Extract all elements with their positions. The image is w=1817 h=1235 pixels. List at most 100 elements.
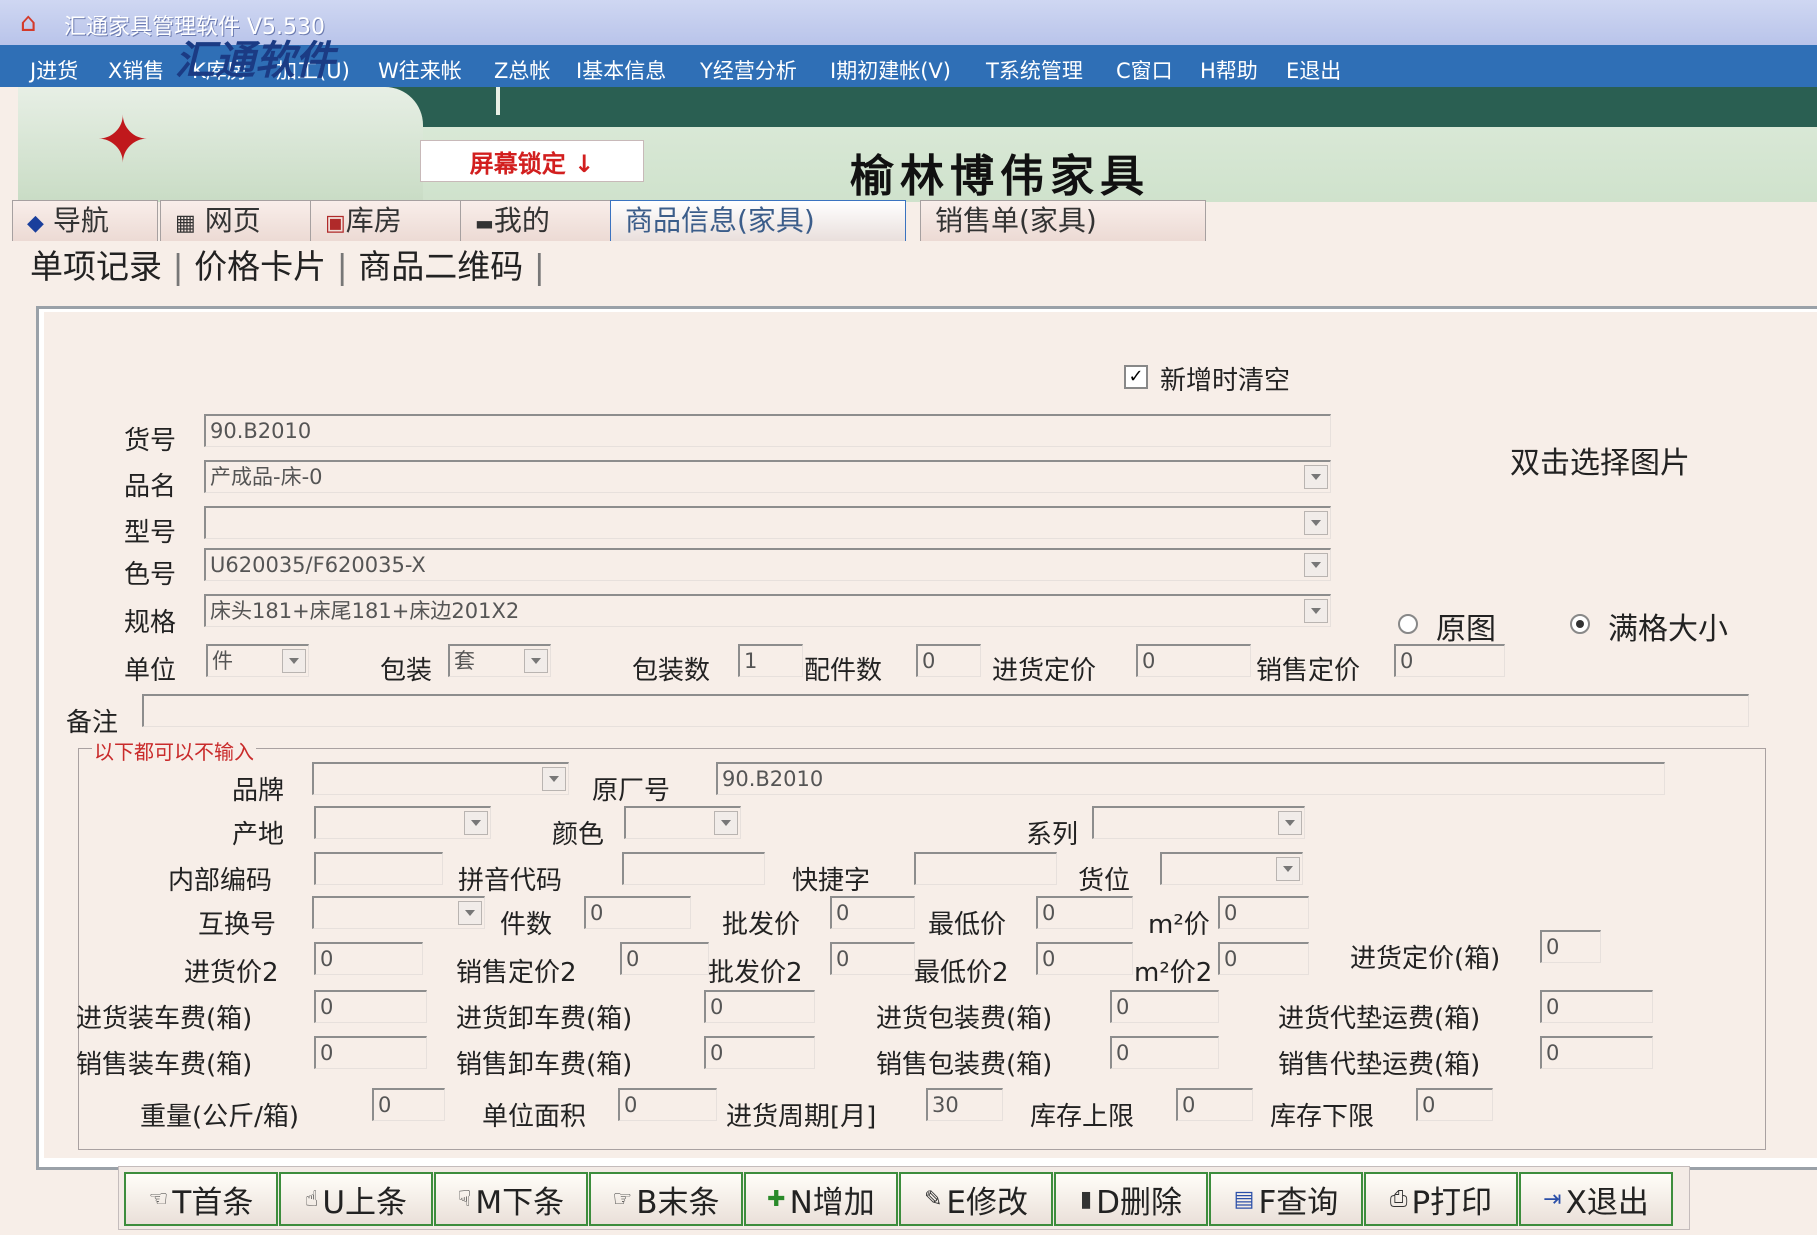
menu-system[interactable]: T系统管理 [986, 55, 1083, 85]
buy-freight-input[interactable]: 0 [1540, 990, 1653, 1023]
min-price-input[interactable]: 0 [1036, 896, 1133, 929]
tab-warehouse[interactable]: ▣库房 [310, 200, 466, 241]
buy-price-box-input[interactable]: 0 [1540, 930, 1601, 963]
pieces-input[interactable]: 0 [584, 896, 691, 929]
screen-lock-button[interactable]: 屏幕锁定 ↓ [420, 140, 644, 182]
pack-select[interactable]: 套 [448, 644, 551, 677]
sell-price-input[interactable]: 0 [1394, 644, 1505, 677]
sell-pack-fee-input[interactable]: 0 [1110, 1036, 1219, 1069]
color-no-select[interactable]: U620035/F620035-X [204, 548, 1331, 581]
chevron-down-icon[interactable] [1304, 465, 1328, 489]
menu-purchase[interactable]: J进货 [30, 55, 78, 85]
weight-input[interactable]: 0 [372, 1088, 445, 1121]
last-record-button[interactable]: ☞ B末条 [589, 1172, 743, 1226]
unit-select[interactable]: 件 [206, 644, 309, 677]
menu-sales[interactable]: X销售 [108, 55, 164, 85]
spec-select[interactable]: 床头181+床尾181+床边201X2 [204, 594, 1331, 627]
wholesale-input[interactable]: 0 [830, 896, 915, 929]
chevron-down-icon[interactable] [1276, 857, 1300, 881]
series-select[interactable] [1092, 806, 1305, 839]
origin-label: 产地 [232, 820, 285, 850]
chevron-down-icon[interactable] [542, 767, 566, 791]
menu-exit[interactable]: E退出 [1286, 55, 1341, 85]
model-select[interactable] [204, 506, 1331, 539]
next-record-button[interactable]: ☟ M下条 [434, 1172, 588, 1226]
search-button[interactable]: ▤ F查询 [1209, 1172, 1363, 1226]
sell-freight-label: 销售代垫运费(箱) [1278, 1050, 1481, 1080]
chevron-down-icon[interactable] [458, 901, 482, 925]
code-input[interactable]: 90.B2010 [204, 414, 1331, 447]
remark-input[interactable] [142, 694, 1749, 727]
first-record-button[interactable]: ☜ T首条 [124, 1172, 278, 1226]
radio-fit[interactable] [1570, 614, 1590, 634]
brand-select[interactable] [312, 762, 569, 795]
menu-opening[interactable]: I期初建帐(V) [830, 55, 951, 85]
clear-on-add-checkbox[interactable]: ✓ [1124, 365, 1148, 389]
hand-point-right-icon: ☞ [612, 1186, 633, 1212]
exchange-no-select[interactable] [312, 896, 485, 929]
wholesale-label: 批发价 [722, 910, 801, 940]
stock-min-input[interactable]: 0 [1416, 1088, 1493, 1121]
buy-price-input[interactable]: 0 [1136, 644, 1251, 677]
tab-mine[interactable]: ▬我的 [460, 200, 616, 241]
tab-webpage[interactable]: ▦ 网页 [160, 200, 316, 241]
pack-qty-input[interactable]: 1 [738, 644, 803, 677]
subtab-price-card[interactable]: 价格卡片 [194, 247, 326, 286]
pinyin-code-input[interactable] [622, 852, 765, 885]
buy-price2-input[interactable]: 0 [314, 942, 423, 975]
sell-price2-label: 销售定价2 [456, 958, 577, 988]
internal-code-input[interactable] [314, 852, 443, 885]
stock-max-input[interactable]: 0 [1176, 1088, 1253, 1121]
unit-area-input[interactable]: 0 [618, 1088, 717, 1121]
chevron-down-icon[interactable] [282, 649, 306, 673]
menu-help[interactable]: H帮助 [1200, 55, 1258, 85]
delete-button[interactable]: ▮ D删除 [1054, 1172, 1208, 1226]
wholesale2-input[interactable]: 0 [830, 942, 915, 975]
sell-unload-fee-input[interactable]: 0 [704, 1036, 815, 1069]
tab-product-info[interactable]: 商品信息(家具) [610, 200, 906, 241]
menu-ledger[interactable]: Z总帐 [494, 55, 550, 85]
sell-load-fee-input[interactable]: 0 [314, 1036, 427, 1069]
subtab-qr-code[interactable]: 商品二维码 [358, 247, 523, 286]
previous-record-button[interactable]: ☝ U上条 [279, 1172, 433, 1226]
print-button[interactable]: ⎙ P打印 [1364, 1172, 1518, 1226]
add-button[interactable]: ✚ N增加 [744, 1172, 898, 1226]
m2-price2-input[interactable]: 0 [1218, 942, 1309, 975]
sell-price2-input[interactable]: 0 [620, 942, 709, 975]
shortcut-input[interactable] [914, 852, 1057, 885]
location-select[interactable] [1160, 852, 1303, 885]
pick-image-area[interactable]: 双击选择图片 [1510, 438, 1690, 482]
exit-button[interactable]: ⇥ X退出 [1519, 1172, 1673, 1226]
subtab-single-record[interactable]: 单项记录 [30, 247, 162, 286]
chevron-down-icon[interactable] [714, 811, 738, 835]
buy-unload-fee-input[interactable]: 0 [704, 990, 815, 1023]
tab-sales-order[interactable]: 销售单(家具) [920, 200, 1206, 241]
hand-down-icon: ☟ [457, 1186, 472, 1212]
chevron-down-icon[interactable] [1304, 553, 1328, 577]
chevron-down-icon[interactable] [524, 649, 548, 673]
buy-load-fee-input[interactable]: 0 [314, 990, 427, 1023]
menu-analysis[interactable]: Y经营分析 [700, 55, 797, 85]
menu-window[interactable]: C窗口 [1116, 55, 1173, 85]
buy-pack-fee-input[interactable]: 0 [1110, 990, 1219, 1023]
chevron-down-icon[interactable] [1278, 811, 1302, 835]
origin-select[interactable] [314, 806, 491, 839]
chevron-down-icon[interactable] [464, 811, 488, 835]
name-select[interactable]: 产成品-床-0 [204, 460, 1331, 493]
m2-price-input[interactable]: 0 [1218, 896, 1309, 929]
buy-pack-fee-label: 进货包装费(箱) [876, 1004, 1053, 1034]
menu-accounts[interactable]: W往来帐 [378, 55, 462, 85]
purchase-cycle-input[interactable]: 30 [926, 1088, 1003, 1121]
chevron-down-icon[interactable] [1304, 599, 1328, 623]
tab-navigation[interactable]: ◆ 导航 [12, 200, 158, 241]
factory-no-input[interactable]: 90.B2010 [716, 762, 1665, 795]
chevron-down-icon[interactable] [1304, 511, 1328, 535]
color-select[interactable] [624, 806, 741, 839]
min-price2-input[interactable]: 0 [1036, 942, 1133, 975]
parts-input[interactable]: 0 [916, 644, 981, 677]
m2-price-label: m²价 [1148, 910, 1210, 940]
radio-original[interactable] [1398, 614, 1418, 634]
sell-freight-input[interactable]: 0 [1540, 1036, 1653, 1069]
edit-button[interactable]: ✎ E修改 [899, 1172, 1053, 1226]
menu-basic-info[interactable]: I基本信息 [576, 55, 666, 85]
